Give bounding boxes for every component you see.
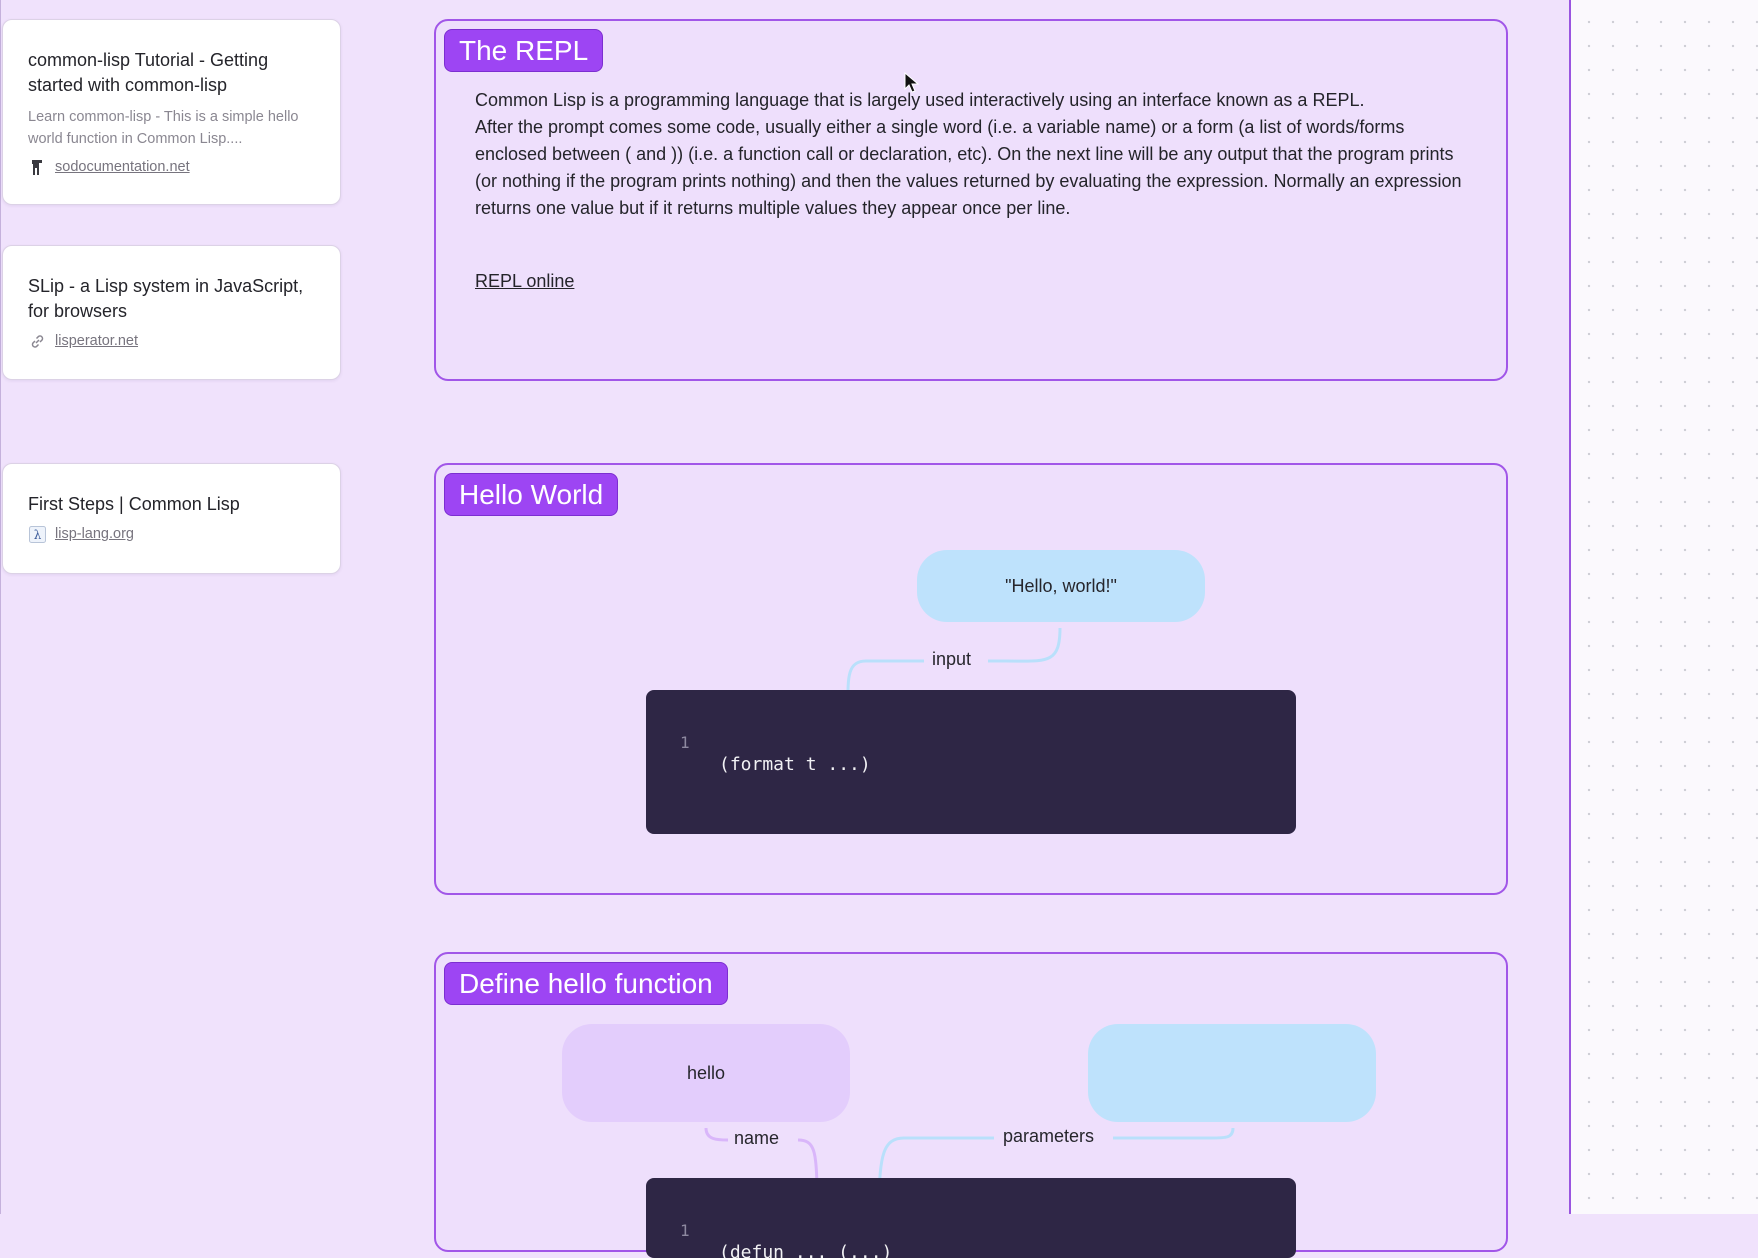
edge-label-input: input: [926, 649, 978, 670]
edge-label-parameters: parameters: [997, 1126, 1101, 1147]
code-line: 1 (defun ... (...): [646, 1200, 892, 1258]
link-icon: [28, 332, 46, 350]
code-text: (format t ...): [719, 754, 871, 775]
line-number: 1: [680, 1221, 690, 1240]
section-title[interactable]: The REPL: [444, 29, 604, 72]
edge-label-name: name: [728, 1128, 786, 1149]
reference-card[interactable]: common-lisp Tutorial - Getting started w…: [2, 19, 341, 205]
dotted-side-panel[interactable]: [1569, 0, 1758, 1214]
so-documentation-icon: [28, 158, 46, 176]
source-link[interactable]: sodocumentation.net: [55, 159, 190, 175]
section-define-hello: Define hello function hello name paramet…: [434, 952, 1508, 1258]
code-block[interactable]: 1 (format t ...): [646, 690, 1296, 834]
node-function-name[interactable]: hello: [562, 1024, 850, 1122]
section-title[interactable]: Hello World: [444, 473, 619, 516]
card-source: λ lisp-lang.org: [28, 525, 315, 543]
code-line: 1 (format t ...): [646, 712, 871, 796]
canvas: common-lisp Tutorial - Getting started w…: [0, 0, 1569, 1258]
section-hello-world: Hello World "Hello, world!" input 1 (for…: [434, 463, 1508, 895]
section-text: Common Lisp is a programming language th…: [475, 87, 1465, 222]
mouse-cursor-icon: [904, 72, 920, 93]
node-parameters[interactable]: [1088, 1024, 1376, 1122]
reference-card[interactable]: First Steps | Common Lisp λ lisp-lang.or…: [2, 463, 341, 574]
card-source: sodocumentation.net: [28, 158, 315, 176]
card-title[interactable]: SLip - a Lisp system in JavaScript, for …: [28, 274, 315, 324]
svg-text:λ: λ: [33, 528, 41, 542]
card-title[interactable]: First Steps | Common Lisp: [28, 492, 315, 517]
source-link[interactable]: lisperator.net: [55, 333, 138, 349]
repl-online-link[interactable]: REPL online: [475, 271, 574, 292]
section-title[interactable]: Define hello function: [444, 962, 728, 1005]
card-title[interactable]: common-lisp Tutorial - Getting started w…: [28, 48, 315, 98]
node-hello-world-string[interactable]: "Hello, world!": [917, 550, 1205, 622]
card-description: Learn common-lisp - This is a simple hel…: [28, 109, 299, 147]
lambda-icon: λ: [28, 525, 46, 543]
section-repl: The REPL Common Lisp is a programming la…: [434, 19, 1508, 381]
paragraph: After the prompt comes some code, usuall…: [475, 117, 1462, 218]
paragraph: Common Lisp is a programming language th…: [475, 90, 1365, 110]
code-text: (defun ... (...): [719, 1242, 893, 1258]
source-link[interactable]: lisp-lang.org: [55, 526, 134, 542]
reference-card[interactable]: SLip - a Lisp system in JavaScript, for …: [2, 245, 341, 380]
code-block[interactable]: 1 (defun ... (...): [646, 1178, 1296, 1258]
line-number: 1: [680, 733, 690, 752]
card-source: lisperator.net: [28, 332, 315, 350]
